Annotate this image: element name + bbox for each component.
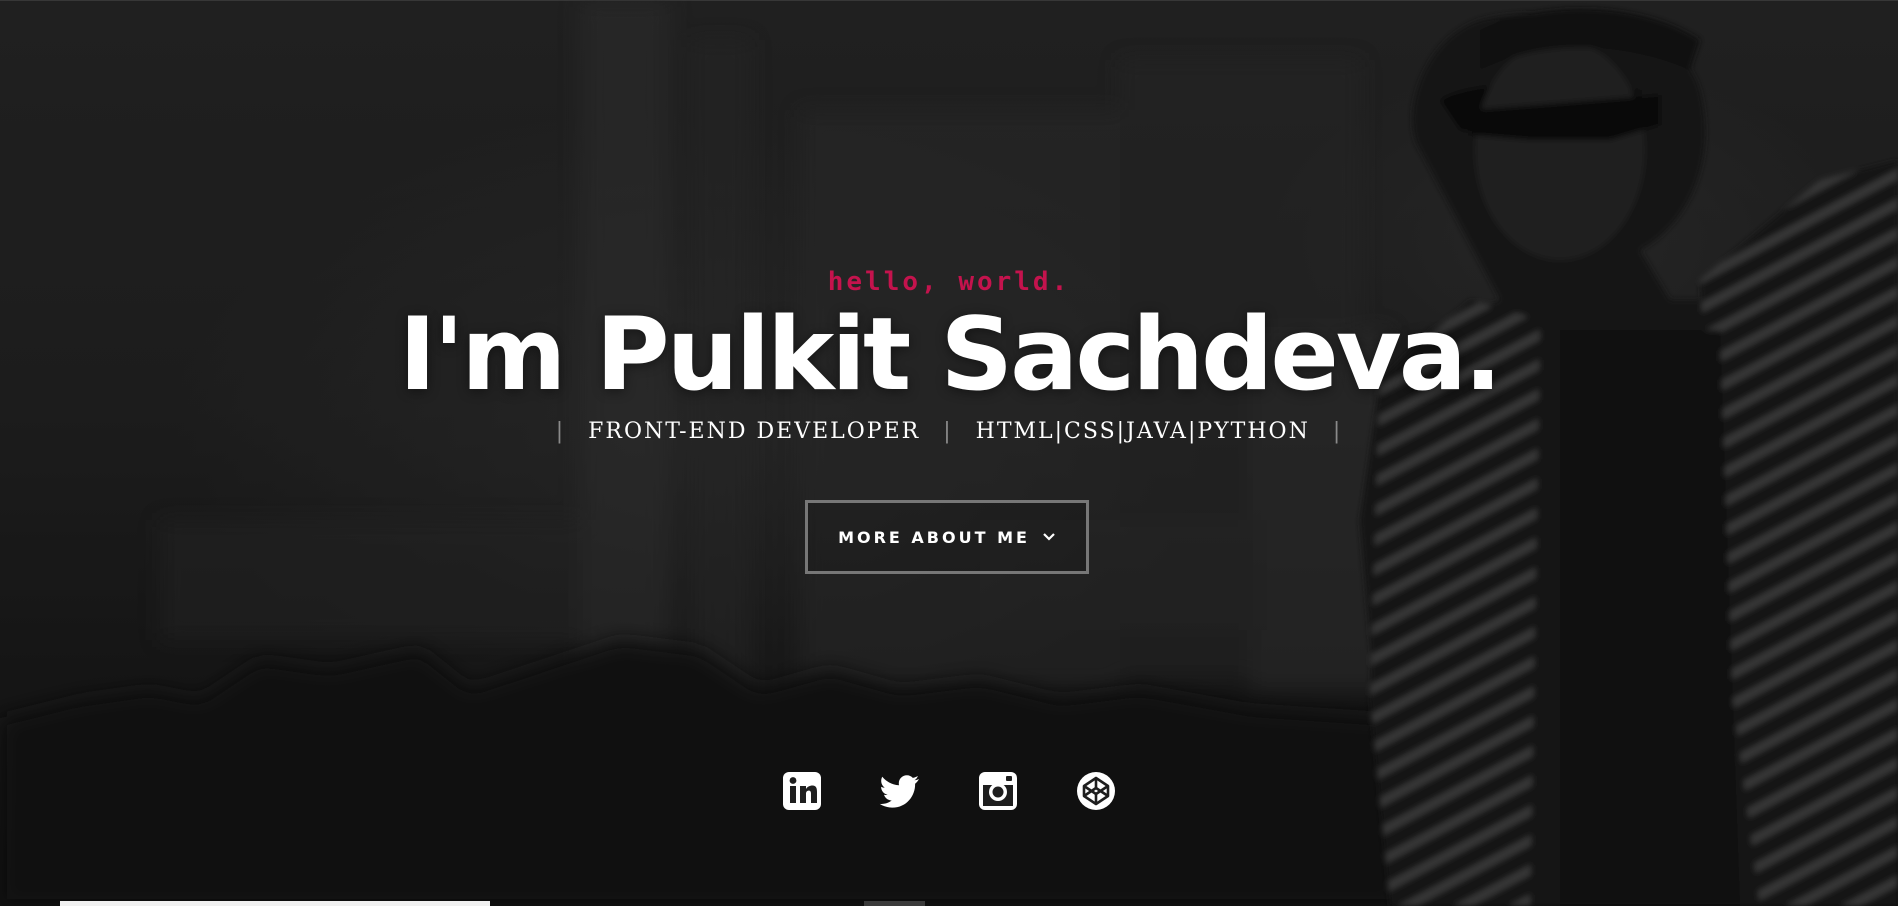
intro-block: hello, world. I'm Pulkit Sachdeva. | FRO… [0, 265, 1898, 447]
twitter-link[interactable] [879, 770, 921, 812]
separator: | [555, 419, 566, 444]
chevron-down-icon [1042, 532, 1056, 542]
codepen-link[interactable] [1075, 770, 1117, 812]
scroll-progress-bar [60, 901, 490, 906]
role-title: FRONT-END DEVELOPER [588, 419, 921, 444]
social-links [0, 770, 1898, 812]
more-about-me-button[interactable]: MORE ABOUT ME [805, 500, 1089, 574]
page-title: I'm Pulkit Sachdeva. [398, 295, 1503, 413]
separator: | [1332, 419, 1343, 444]
role-line: | FRONT-END DEVELOPER | HTML|CSS|JAVA|PY… [0, 417, 1898, 447]
role-skills: HTML|CSS|JAVA|PYTHON [975, 419, 1310, 444]
linkedin-link[interactable] [781, 770, 823, 812]
instagram-link[interactable] [977, 770, 1019, 812]
separator: | [943, 419, 953, 444]
twitter-icon [879, 775, 919, 808]
bottom-divider [864, 901, 925, 906]
instagram-icon [979, 772, 1017, 810]
more-about-me-label: MORE ABOUT ME [838, 527, 1030, 547]
codepen-icon [1077, 772, 1115, 810]
pretitle: hello, world. [827, 267, 1071, 297]
linkedin-icon [783, 772, 821, 810]
hero-section: hello, world. I'm Pulkit Sachdeva. | FRO… [0, 0, 1898, 906]
